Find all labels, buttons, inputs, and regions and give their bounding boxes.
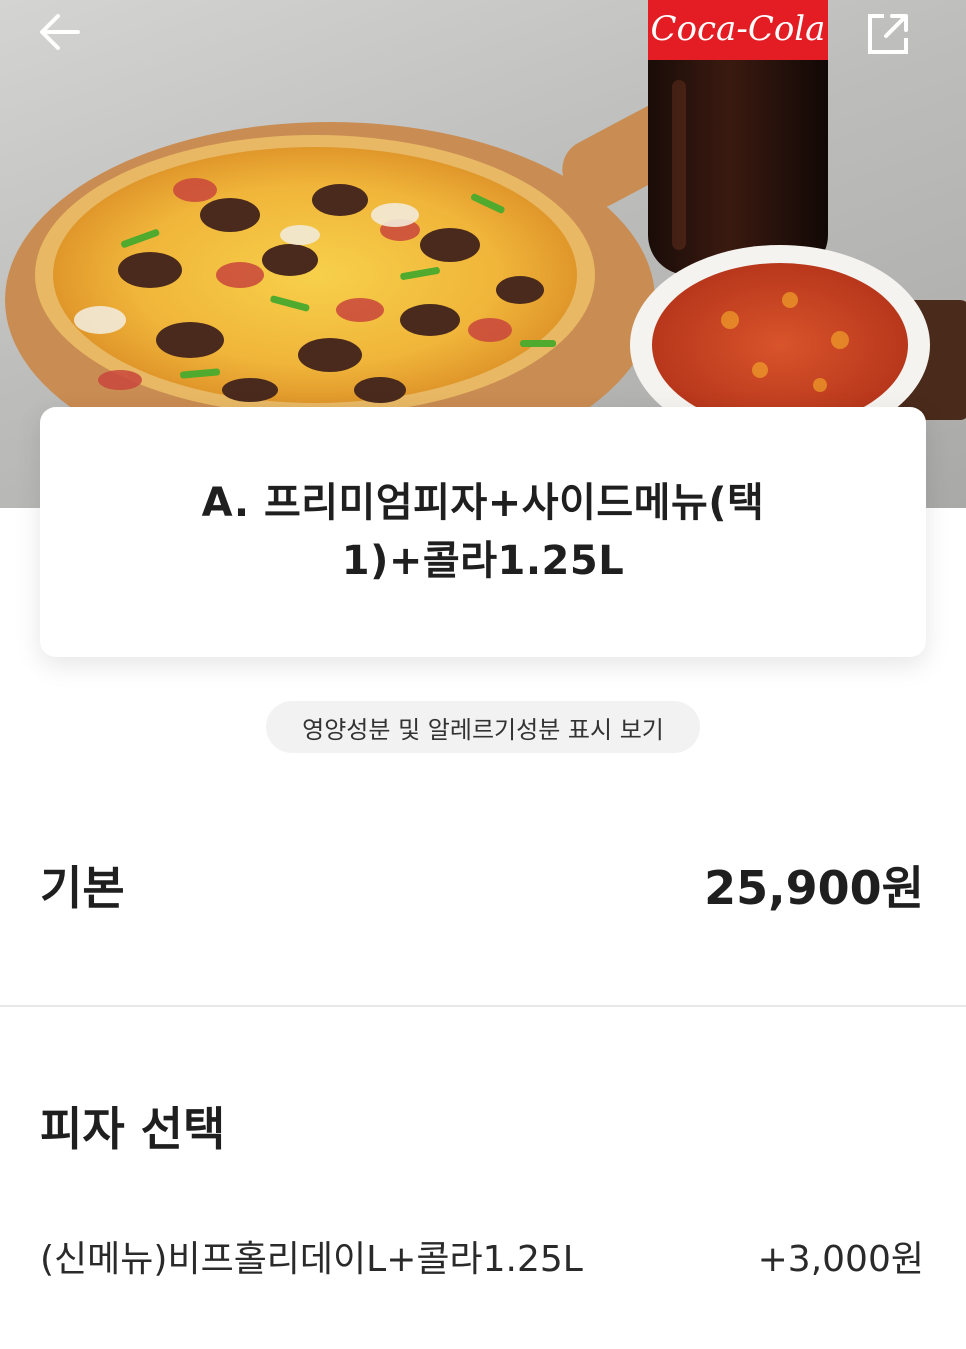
bottle-brand-label: Coca-Cola xyxy=(651,9,826,49)
back-button[interactable] xyxy=(38,10,102,74)
pizza-option-price: +3,000원 xyxy=(757,1239,924,1280)
base-price: 25,900원 xyxy=(704,861,924,915)
product-title: A. 프리미엄피자+사이드메뉴(택1)+콜라1.25L xyxy=(201,480,765,584)
section-divider xyxy=(0,1005,966,1007)
product-detail-page: Coca-Cola A. 프리미엄피자+사이드메뉴(택1)+콜라1.25L 영양… xyxy=(0,0,966,1349)
arrow-left-icon xyxy=(40,14,80,50)
nutrition-allergy-link[interactable]: 영양성분 및 알레르기성분 표시 보기 xyxy=(266,701,700,753)
base-price-row: 기본 25,900원 xyxy=(40,850,924,920)
pizza-select-title: 피자 선택 xyxy=(40,1102,226,1156)
base-label: 기본 xyxy=(40,861,125,915)
pizza-option-row[interactable]: (신메뉴)비프홀리데이L+콜라1.25L +3,000원 xyxy=(40,1228,924,1284)
pizza-option-name: (신메뉴)비프홀리데이L+콜라1.25L xyxy=(40,1239,583,1280)
external-share-icon xyxy=(868,14,908,54)
share-button[interactable] xyxy=(864,10,928,74)
product-title-card: A. 프리미엄피자+사이드메뉴(택1)+콜라1.25L xyxy=(40,407,926,657)
